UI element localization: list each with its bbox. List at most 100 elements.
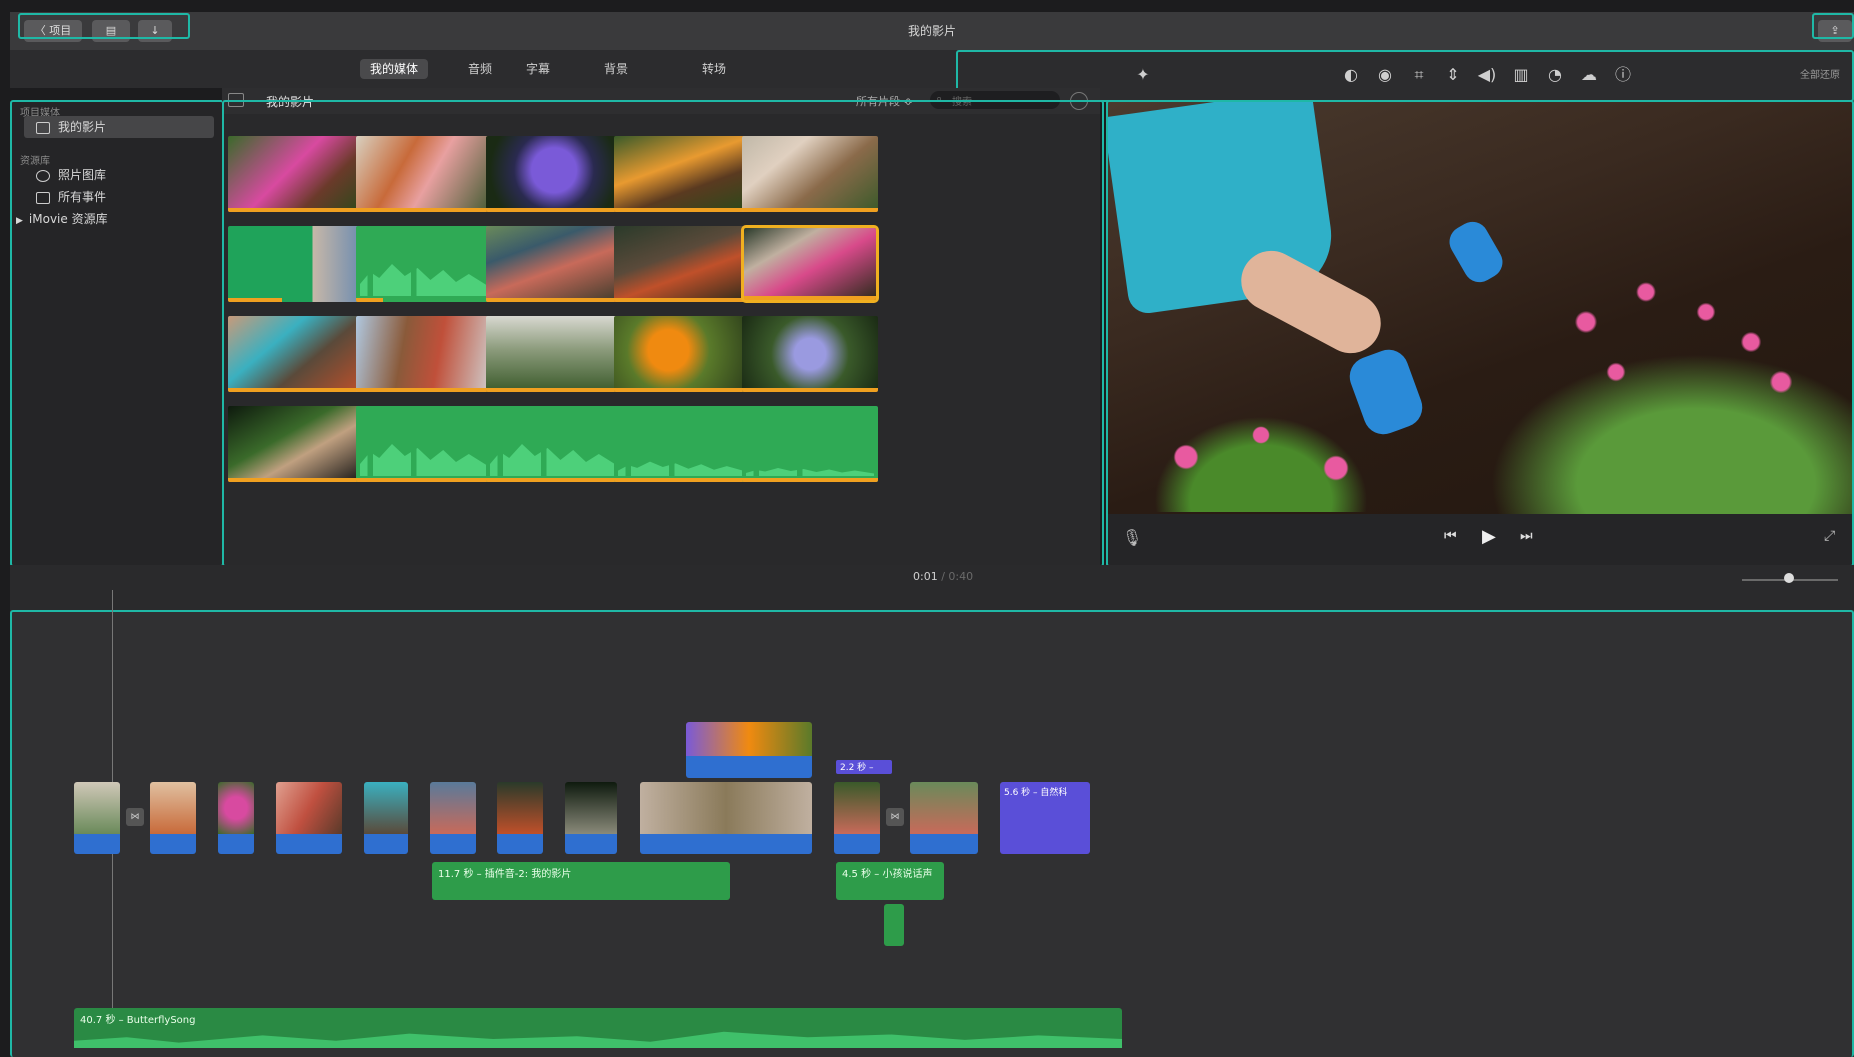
waveform bbox=[360, 264, 488, 296]
color-correction-icon[interactable]: ◉ bbox=[1374, 64, 1396, 86]
tab-audio[interactable]: 音频 bbox=[458, 59, 502, 79]
media-thumbnail[interactable] bbox=[228, 316, 364, 392]
audio-clip[interactable]: 11.7 秒 – 插件音-2: 我的影片 bbox=[432, 862, 730, 900]
info-icon[interactable]: ⓘ bbox=[1612, 64, 1634, 86]
cutaway-label[interactable]: 2.2 秒 – bbox=[836, 760, 892, 774]
viewer-toolbar: ✦ ◐ ◉ ⌗ ⇕ ◀) ▥ ◔ ☁ ⓘ 全部还原 bbox=[1100, 50, 1854, 102]
timeline-clip[interactable] bbox=[74, 782, 120, 854]
timeline-clip[interactable] bbox=[150, 782, 196, 854]
media-thumbnail[interactable] bbox=[228, 226, 364, 302]
magic-wand-icon[interactable]: ✦ bbox=[1132, 64, 1154, 86]
timecode-strip: 0:01 / 0:40 bbox=[10, 565, 1854, 610]
timeline-clip[interactable] bbox=[276, 782, 342, 854]
volume-icon[interactable]: ◀) bbox=[1476, 64, 1498, 86]
audio-clip[interactable] bbox=[884, 904, 904, 946]
events-icon bbox=[36, 191, 50, 204]
media-thumbnail[interactable] bbox=[614, 316, 750, 392]
media-tab-bar: 我的媒体 音频 字幕 背景 转场 bbox=[10, 50, 1100, 88]
media-browser: 我的影片 所有片段 ≎ ⌕ 搜索 bbox=[222, 88, 1100, 565]
media-thumbnail[interactable] bbox=[356, 136, 492, 212]
window-title: 我的影片 bbox=[907, 24, 956, 38]
music-track-label: 40.7 秒 – ButterflySong bbox=[80, 1015, 196, 1026]
audio-thumbnail[interactable] bbox=[486, 406, 622, 482]
microphone-icon[interactable]: 🎙 bbox=[1122, 528, 1142, 547]
browser-header: 我的影片 所有片段 ≎ ⌕ 搜索 bbox=[222, 88, 1100, 114]
audio-thumbnail[interactable] bbox=[614, 406, 750, 482]
timeline-clip[interactable] bbox=[497, 782, 543, 854]
timeline-clip[interactable] bbox=[218, 782, 254, 854]
timeline-clip[interactable] bbox=[834, 782, 880, 854]
media-thumbnail[interactable] bbox=[742, 316, 878, 392]
audio-clip-label: 4.5 秒 – 小孩说话声 bbox=[842, 869, 933, 880]
video-preview bbox=[1106, 102, 1854, 514]
sidebar-item-events-label: 所有事件 bbox=[58, 190, 107, 204]
noise-reduction-icon[interactable]: ▥ bbox=[1510, 64, 1532, 86]
timeline-clip[interactable] bbox=[430, 782, 476, 854]
tab-transitions[interactable]: 转场 bbox=[692, 59, 736, 79]
selected-media-thumbnail[interactable] bbox=[741, 225, 879, 303]
player-controls: 🎙 ⏮ ▶ ⏭ ⤢ bbox=[1106, 514, 1854, 565]
crop-icon[interactable]: ⌗ bbox=[1408, 64, 1430, 86]
title-clip-label: 5.6 秒 – 自然科 bbox=[1004, 788, 1068, 798]
audio-thumbnail[interactable] bbox=[356, 406, 492, 482]
title-clip[interactable]: 5.6 秒 – 自然科 bbox=[1000, 782, 1090, 854]
audio-thumbnail[interactable] bbox=[742, 406, 878, 482]
waveform bbox=[746, 468, 874, 476]
transition-icon[interactable]: ⋈ bbox=[126, 808, 144, 826]
preview-flowers-left bbox=[1136, 402, 1386, 512]
music-track[interactable]: 40.7 秒 – ButterflySong bbox=[74, 1008, 1122, 1048]
media-thumbnail[interactable] bbox=[742, 136, 878, 212]
sidebar-item-project[interactable]: 我的影片 bbox=[24, 116, 214, 138]
timeline-clip[interactable] bbox=[910, 782, 978, 854]
share-button[interactable]: ⇪ bbox=[1818, 20, 1852, 42]
timecode-total: / 0:40 bbox=[941, 570, 974, 583]
clip-filter-select[interactable]: 所有片段 ≎ bbox=[856, 93, 913, 109]
audio-clip[interactable]: 4.5 秒 – 小孩说话声 bbox=[836, 862, 944, 900]
media-thumbnail[interactable] bbox=[356, 316, 492, 392]
settings-icon[interactable] bbox=[1070, 92, 1088, 110]
waveform bbox=[360, 444, 488, 476]
sidebar-item-project-label: 我的影片 bbox=[58, 120, 107, 134]
reset-all-button[interactable]: 全部还原 bbox=[1800, 66, 1840, 81]
media-thumbnail[interactable] bbox=[614, 226, 750, 302]
search-field[interactable]: ⌕ 搜索 bbox=[930, 91, 1060, 109]
cutaway-label-text: 2.2 秒 – bbox=[840, 763, 874, 773]
sidebar-item-photos[interactable]: 照片图库 bbox=[24, 164, 214, 186]
sidebar-item-library-label: iMovie 资源库 bbox=[28, 212, 108, 226]
photos-icon bbox=[36, 169, 50, 182]
waveform bbox=[490, 444, 618, 476]
timeline-clip[interactable] bbox=[640, 782, 812, 854]
media-thumbnail[interactable] bbox=[486, 316, 622, 392]
preview-glove-2 bbox=[1443, 216, 1509, 288]
stabilization-icon[interactable]: ⇕ bbox=[1442, 64, 1464, 86]
media-thumbnail[interactable] bbox=[228, 406, 364, 482]
timeline-clip[interactable] bbox=[565, 782, 617, 854]
skip-back-icon[interactable]: ⏮ bbox=[1444, 528, 1457, 544]
skip-forward-icon[interactable]: ⏭ bbox=[1520, 528, 1533, 544]
clip-filter-icon[interactable]: ☁ bbox=[1578, 64, 1600, 86]
zoom-slider-knob[interactable] bbox=[1784, 573, 1794, 583]
media-thumbnail[interactable] bbox=[486, 136, 622, 212]
tab-backgrounds[interactable]: 背景 bbox=[594, 59, 638, 79]
transition-icon[interactable]: ⋈ bbox=[886, 808, 904, 826]
play-icon[interactable]: ▶ bbox=[1482, 526, 1496, 547]
cutaway-clip[interactable] bbox=[686, 722, 812, 778]
fullscreen-icon[interactable]: ⤢ bbox=[1824, 528, 1835, 544]
media-thumbnail[interactable] bbox=[228, 136, 364, 212]
title-bar: 〈 项目 ▤ ↓ 我的影片 ⇪ bbox=[10, 12, 1854, 51]
media-thumbnail[interactable] bbox=[486, 226, 622, 302]
tab-my-media[interactable]: 我的媒体 bbox=[360, 59, 429, 79]
sidebar-toggle-icon[interactable] bbox=[228, 93, 244, 107]
timecode-current: 0:01 bbox=[913, 570, 938, 583]
media-thumbnail[interactable] bbox=[614, 136, 750, 212]
sidebar-item-photos-label: 照片图库 bbox=[58, 168, 107, 182]
timeline-clip[interactable] bbox=[364, 782, 408, 854]
sidebar-item-events[interactable]: 所有事件 bbox=[24, 186, 214, 208]
audio-thumbnail[interactable] bbox=[356, 226, 492, 302]
disclosure-triangle-icon[interactable]: ▶ bbox=[16, 216, 23, 226]
sidebar-item-library[interactable]: ▶ iMovie 资源库 bbox=[16, 208, 206, 230]
color-balance-icon[interactable]: ◐ bbox=[1340, 64, 1362, 86]
speed-icon[interactable]: ◔ bbox=[1544, 64, 1566, 86]
tab-titles[interactable]: 字幕 bbox=[516, 59, 560, 79]
search-icon: ⌕ bbox=[936, 92, 943, 105]
